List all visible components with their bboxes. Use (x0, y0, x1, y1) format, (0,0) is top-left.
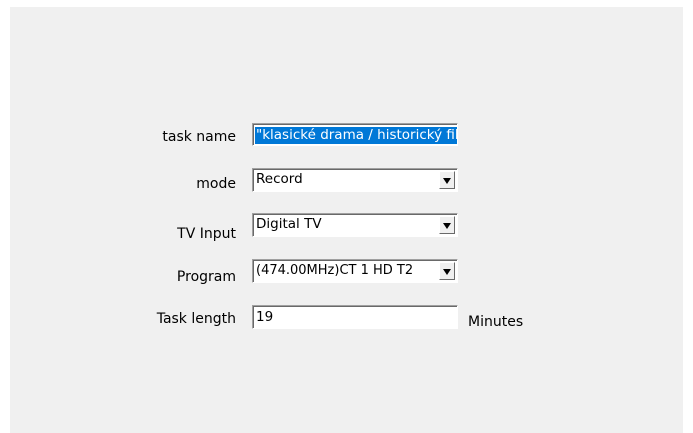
mode-label: mode (196, 176, 236, 192)
mode-select[interactable]: Record (252, 168, 458, 192)
tv-input-dropdown-button[interactable] (439, 216, 455, 234)
task-length-value: 19 (256, 309, 274, 325)
tv-input-select-value: Digital TV (256, 216, 322, 232)
chevron-down-icon (443, 223, 451, 229)
program-select[interactable]: (474.00MHz)CT 1 HD T2 (252, 259, 458, 283)
mode-dropdown-button[interactable] (439, 171, 455, 189)
tv-input-label: TV Input (177, 226, 236, 242)
program-dropdown-button[interactable] (439, 262, 455, 280)
mode-select-value: Record (256, 171, 303, 187)
task-name-value: "klasické drama / historický fil (255, 127, 458, 144)
program-select-value: (474.00MHz)CT 1 HD T2 (256, 263, 414, 278)
task-name-input[interactable]: "klasické drama / historický fil (252, 123, 458, 146)
program-label: Program (176, 269, 236, 285)
task-length-label: Task length (156, 311, 236, 327)
task-length-input[interactable]: 19 (252, 305, 458, 329)
task-length-unit: Minutes (468, 314, 524, 330)
chevron-down-icon (443, 269, 451, 275)
task-name-label: task name (162, 129, 236, 145)
tv-input-select[interactable]: Digital TV (252, 213, 458, 237)
chevron-down-icon (443, 178, 451, 184)
